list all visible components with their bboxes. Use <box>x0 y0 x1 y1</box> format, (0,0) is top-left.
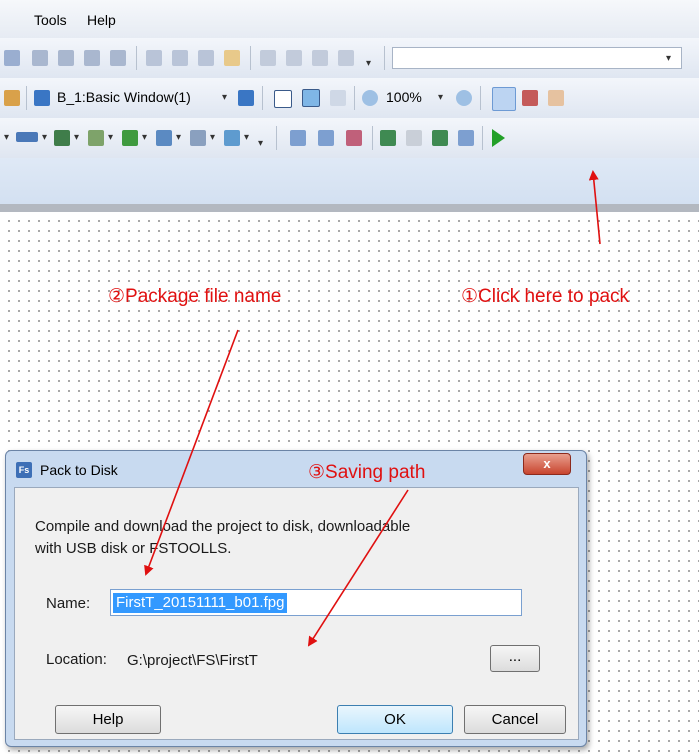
annotation-arrows <box>144 170 601 647</box>
arrow-to-pack-icon <box>588 170 601 245</box>
arrow-to-location <box>307 489 409 647</box>
arrow-to-name-field <box>144 329 239 576</box>
